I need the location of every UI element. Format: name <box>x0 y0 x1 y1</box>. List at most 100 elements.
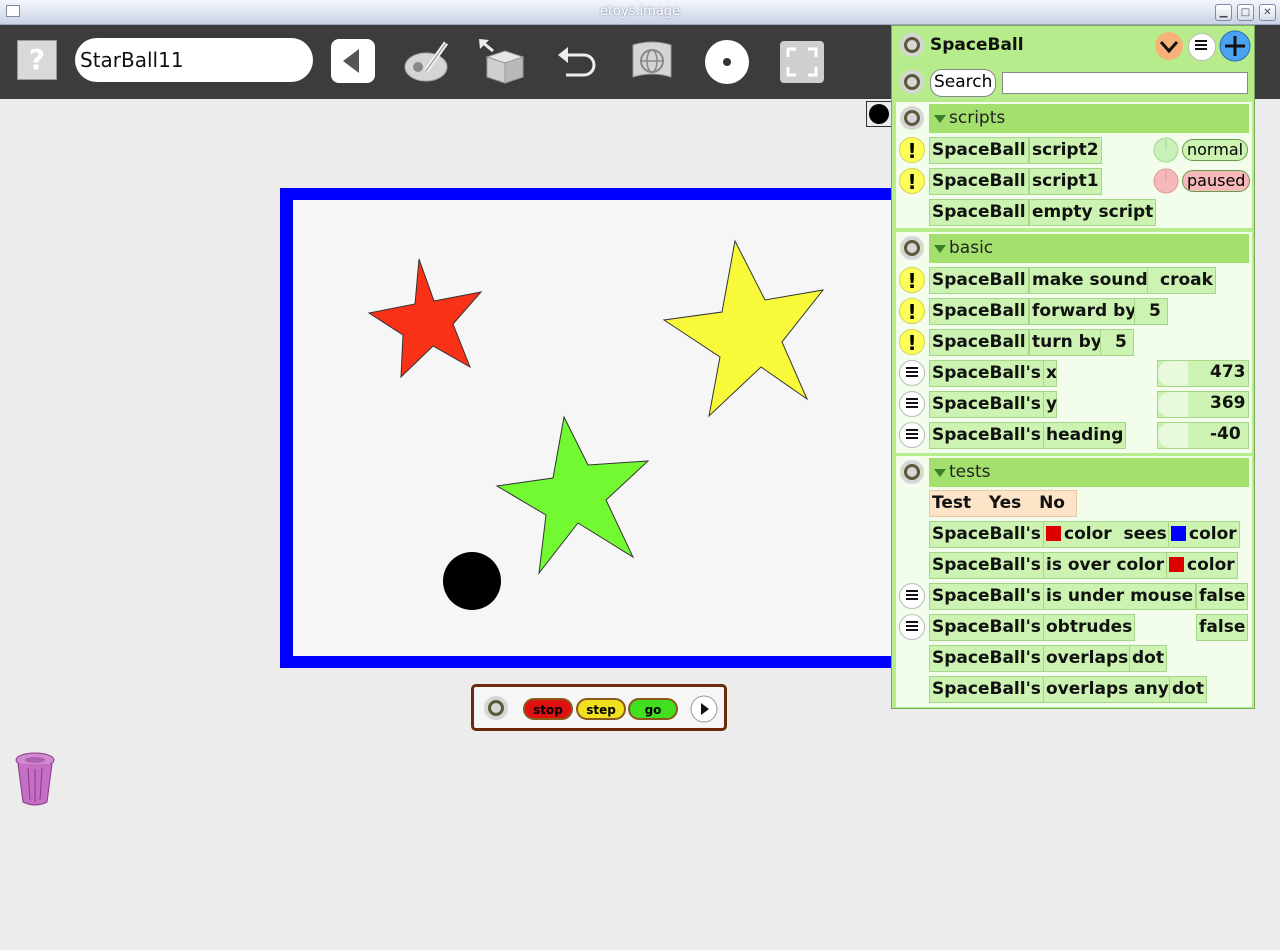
test-object-tile[interactable]: SpaceBall's <box>929 552 1044 579</box>
chevron-down-icon[interactable] <box>1154 31 1184 61</box>
overlaps-argument[interactable]: dot <box>1129 645 1167 672</box>
forward-by-tile[interactable]: forward by <box>1029 298 1140 325</box>
test-object-tile[interactable]: SpaceBall's <box>929 614 1044 641</box>
heading-property-menu-icon[interactable] <box>899 422 925 448</box>
spaceball[interactable] <box>443 552 501 610</box>
overlaps-tile[interactable]: overlaps <box>1043 645 1132 672</box>
controls-menu-icon[interactable] <box>484 696 508 720</box>
clock-icon[interactable] <box>1152 168 1180 194</box>
tests-category-header[interactable]: tests <box>929 458 1249 487</box>
close-button[interactable]: ✕ <box>1259 4 1276 21</box>
y-property-tile[interactable]: y <box>1043 391 1057 418</box>
y-property-menu-icon[interactable] <box>899 391 925 417</box>
expand-arrow-icon[interactable] <box>690 695 718 723</box>
go-button[interactable]: go <box>628 698 678 720</box>
collapse-triangle-icon[interactable] <box>934 245 946 253</box>
test-object-tile[interactable]: SpaceBall's <box>929 676 1044 703</box>
red-star[interactable] <box>367 258 483 379</box>
is-over-color-tile[interactable]: is over color <box>1043 552 1168 579</box>
script-object-tile[interactable]: SpaceBall <box>929 199 1029 226</box>
under-mouse-menu-icon[interactable] <box>899 583 925 609</box>
minimize-button[interactable]: ▁ <box>1215 4 1232 21</box>
heading-property-tile[interactable]: heading <box>1043 422 1127 449</box>
collapse-triangle-icon[interactable] <box>934 469 946 477</box>
y-value[interactable]: 369 <box>1210 393 1246 413</box>
red-color-swatch[interactable] <box>1169 557 1184 572</box>
property-object-tile[interactable]: SpaceBall's <box>929 360 1044 387</box>
help-button[interactable]: ? <box>17 40 57 80</box>
back-button[interactable] <box>331 39 375 83</box>
empty-script-tile[interactable]: empty script <box>1029 199 1157 226</box>
fullscreen-icon[interactable] <box>776 37 826 85</box>
test-object-tile[interactable]: SpaceBall's <box>929 645 1044 672</box>
property-object-tile[interactable]: SpaceBall's <box>929 391 1044 418</box>
basic-section-menu-icon[interactable] <box>900 236 924 260</box>
color-sees-tile[interactable]: color sees <box>1043 521 1170 548</box>
project-name-field[interactable]: StarBall11 <box>75 38 313 82</box>
record-dot-icon[interactable] <box>702 37 752 85</box>
property-object-tile[interactable]: SpaceBall's <box>929 422 1044 449</box>
scripts-category-header[interactable]: scripts <box>929 104 1249 133</box>
test-object-tile[interactable]: SpaceBall's <box>929 583 1044 610</box>
command-object-tile[interactable]: SpaceBall <box>929 329 1029 356</box>
overlaps-any-tile[interactable]: overlaps any <box>1043 676 1172 703</box>
obtrudes-menu-icon[interactable] <box>899 614 925 640</box>
basic-category-header[interactable]: basic <box>929 234 1249 263</box>
undo-icon[interactable] <box>552 37 602 85</box>
run-turn-icon[interactable]: ! <box>899 329 925 355</box>
test-object-tile[interactable]: SpaceBall's <box>929 521 1044 548</box>
sound-argument[interactable]: croak <box>1147 267 1216 294</box>
clock-icon[interactable] <box>1152 137 1180 163</box>
navigator-globe-icon[interactable] <box>627 37 677 85</box>
script2-status-button[interactable]: normal <box>1182 139 1249 161</box>
add-plus-icon[interactable] <box>1219 30 1251 62</box>
search-button[interactable]: Search <box>930 69 997 97</box>
red-color-swatch[interactable] <box>1046 526 1061 541</box>
viewer-object-name[interactable]: SpaceBall <box>930 35 1024 55</box>
overlaps-any-argument[interactable]: dot <box>1169 676 1207 703</box>
playfield[interactable] <box>280 188 892 668</box>
command-object-tile[interactable]: SpaceBall <box>929 267 1029 294</box>
stop-button[interactable]: stop <box>523 698 573 720</box>
trash-can-icon[interactable] <box>13 750 59 808</box>
viewer-options-menu-icon[interactable] <box>1188 33 1216 61</box>
run-make-sound-icon[interactable]: ! <box>899 267 925 293</box>
yellow-star[interactable] <box>662 239 825 418</box>
x-property-tile[interactable]: x <box>1043 360 1057 387</box>
run-script2-icon[interactable]: ! <box>899 137 925 163</box>
is-under-mouse-tile[interactable]: is under mouse <box>1043 583 1197 610</box>
paint-icon[interactable] <box>402 37 452 85</box>
script2-tile[interactable]: script2 <box>1029 137 1102 164</box>
search-menu-icon[interactable] <box>900 70 924 94</box>
script-object-tile[interactable]: SpaceBall <box>929 137 1029 164</box>
step-button[interactable]: step <box>576 698 626 720</box>
search-input[interactable] <box>1002 72 1248 94</box>
test-yes-no-tile[interactable]: Test Yes No <box>929 490 1077 517</box>
scripts-section-menu-icon[interactable] <box>900 106 924 130</box>
spaceball-marker[interactable] <box>866 101 892 127</box>
x-value[interactable]: 473 <box>1210 362 1246 382</box>
script1-tile[interactable]: script1 <box>1029 168 1102 195</box>
obtrudes-tile[interactable]: obtrudes <box>1043 614 1136 641</box>
make-sound-tile[interactable]: make sound <box>1029 267 1151 294</box>
x-property-menu-icon[interactable] <box>899 360 925 386</box>
forward-argument[interactable]: 5 <box>1134 298 1168 325</box>
run-forward-icon[interactable]: ! <box>899 298 925 324</box>
run-script1-icon[interactable]: ! <box>899 168 925 194</box>
turn-argument[interactable]: 5 <box>1100 329 1134 356</box>
color-sees-label: color sees <box>1064 524 1167 544</box>
over-color-target-tile[interactable]: color <box>1166 552 1238 579</box>
viewer-menu-icon[interactable] <box>900 33 924 57</box>
sees-target-color-tile[interactable]: color <box>1168 521 1240 548</box>
collapse-triangle-icon[interactable] <box>934 115 946 123</box>
heading-value[interactable]: -40 <box>1210 424 1241 444</box>
turn-by-tile[interactable]: turn by <box>1029 329 1105 356</box>
script1-status-button[interactable]: paused <box>1182 170 1251 192</box>
command-object-tile[interactable]: SpaceBall <box>929 298 1029 325</box>
maximize-button[interactable]: □ <box>1237 4 1254 21</box>
script-object-tile[interactable]: SpaceBall <box>929 168 1029 195</box>
tests-section-menu-icon[interactable] <box>900 460 924 484</box>
blue-color-swatch[interactable] <box>1171 526 1186 541</box>
green-star[interactable] <box>495 415 650 575</box>
supplies-box-icon[interactable] <box>477 37 527 85</box>
